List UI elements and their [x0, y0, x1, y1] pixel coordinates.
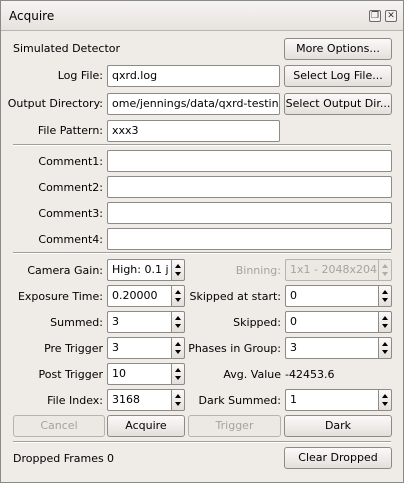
file-index-value: 3168	[107, 389, 171, 411]
spin-arrows-icon[interactable]	[378, 389, 392, 411]
summed-spinbox[interactable]: 3	[107, 311, 185, 333]
select-log-file-button[interactable]: Select Log File...	[284, 65, 392, 87]
dark-button[interactable]: Dark	[284, 415, 392, 437]
dropped-frames-count: 0	[107, 452, 114, 465]
select-output-dir-button[interactable]: Select Output Dir...	[284, 93, 392, 115]
binning-label: Binning:	[235, 264, 281, 277]
exposure-time-spinbox[interactable]: 0.20000	[107, 285, 185, 307]
skipped-at-start-label: Skipped at start:	[189, 290, 282, 303]
restore-icon[interactable]: ❐	[369, 10, 381, 22]
separator	[13, 144, 391, 146]
dark-summed-label: Dark Summed:	[198, 394, 281, 407]
summed-label: Summed:	[50, 316, 103, 329]
binning-value: 1x1 - 2048x204	[285, 259, 378, 281]
post-trigger-label: Post Trigger	[38, 368, 103, 381]
comment1-label: Comment1:	[38, 155, 103, 168]
dropped-frames-label: Dropped Frames	[13, 452, 104, 465]
file-pattern-label: File Pattern:	[37, 124, 103, 137]
log-file-field[interactable]: qxrd.log	[107, 65, 280, 87]
trigger-button: Trigger	[188, 415, 281, 437]
camera-gain-select[interactable]: High: 0.1 j	[107, 259, 185, 281]
avg-value-label: Avg. Value	[223, 368, 281, 381]
dark-summed-spinbox[interactable]: 1	[285, 389, 392, 411]
phases-in-group-spinbox[interactable]: 3	[285, 337, 392, 359]
spin-arrows-icon[interactable]	[378, 337, 392, 359]
post-trigger-spinbox[interactable]: 10	[107, 363, 185, 385]
exposure-time-value: 0.20000	[107, 285, 171, 307]
skipped-label: Skipped:	[233, 316, 281, 329]
file-pattern-field[interactable]: xxx3	[107, 120, 280, 142]
exposure-time-label: Exposure Time:	[17, 290, 103, 303]
skipped-spinbox[interactable]: 0	[285, 311, 392, 333]
log-file-label: Log File:	[57, 69, 103, 82]
file-index-spinbox[interactable]: 3168	[107, 389, 185, 411]
window-title: Acquire	[9, 9, 55, 23]
clear-dropped-button[interactable]: Clear Dropped	[284, 447, 392, 469]
binning-select: 1x1 - 2048x204	[285, 259, 392, 281]
cancel-button: Cancel	[13, 415, 105, 437]
comment3-label: Comment3:	[38, 207, 103, 220]
spin-arrows-icon[interactable]	[378, 285, 392, 307]
skipped-value: 0	[285, 311, 378, 333]
pre-trigger-label: Pre Trigger	[44, 342, 103, 355]
spin-arrows-icon[interactable]	[378, 311, 392, 333]
combo-arrows-icon[interactable]	[171, 259, 185, 281]
output-directory-field[interactable]: ome/jennings/data/qxrd-testing	[107, 93, 280, 115]
acquire-window: Acquire ❐ ✕ Simulated Detector More Opti…	[0, 0, 404, 483]
pre-trigger-value: 3	[107, 337, 171, 359]
skipped-at-start-spinbox[interactable]: 0	[285, 285, 392, 307]
comment4-field[interactable]	[107, 228, 392, 250]
title-bar[interactable]: Acquire ❐ ✕	[1, 1, 403, 31]
comment3-field[interactable]	[107, 202, 392, 224]
close-icon[interactable]: ✕	[385, 10, 397, 22]
acquire-button[interactable]: Acquire	[107, 415, 185, 437]
phases-in-group-value: 3	[285, 337, 378, 359]
pre-trigger-spinbox[interactable]: 3	[107, 337, 185, 359]
more-options-button[interactable]: More Options...	[284, 38, 392, 60]
skipped-at-start-value: 0	[285, 285, 378, 307]
dark-summed-value: 1	[285, 389, 378, 411]
comment1-field[interactable]	[107, 150, 392, 172]
comment2-field[interactable]	[107, 176, 392, 198]
combo-arrows-icon	[378, 259, 392, 281]
avg-value-readout: -42453.6	[285, 368, 335, 381]
post-trigger-value: 10	[107, 363, 171, 385]
summed-value: 3	[107, 311, 171, 333]
separator	[13, 441, 391, 443]
comment2-label: Comment2:	[38, 181, 103, 194]
camera-gain-value: High: 0.1 j	[107, 259, 171, 281]
file-index-label: File Index:	[47, 394, 103, 407]
comment4-label: Comment4:	[38, 233, 103, 246]
detector-label: Simulated Detector	[13, 42, 121, 55]
phases-in-group-label: Phases in Group:	[188, 342, 281, 355]
output-directory-label: Output Directory:	[7, 97, 103, 110]
separator	[13, 252, 391, 254]
camera-gain-label: Camera Gain:	[27, 264, 103, 277]
